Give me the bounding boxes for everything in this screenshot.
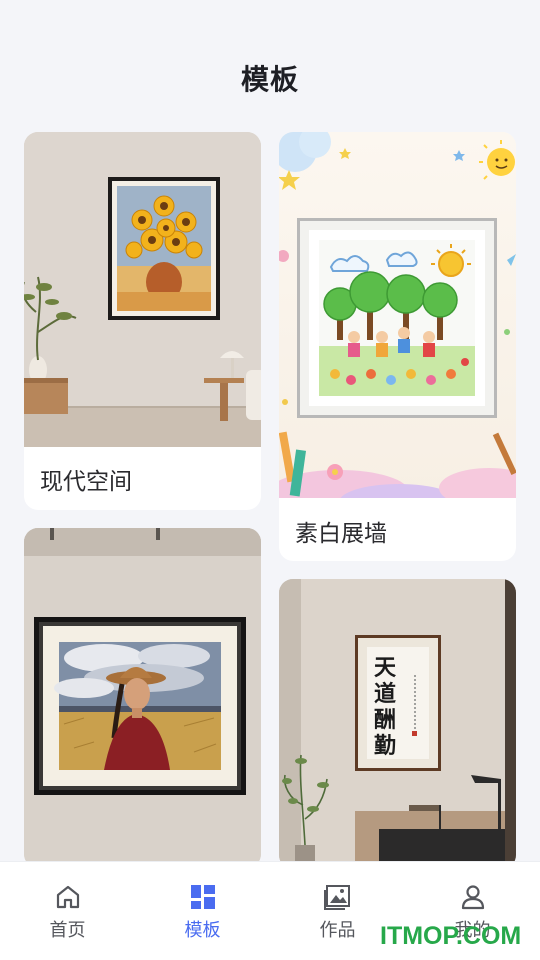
template-label: 现代空间 xyxy=(40,469,132,495)
template-card-modern-space[interactable]: 现代空间 xyxy=(24,132,261,510)
svg-text:酬: 酬 xyxy=(374,707,396,733)
tab-label: 首页 xyxy=(49,920,86,941)
template-preview-image: 天 道 酬 勤 xyxy=(279,579,516,869)
svg-text:勤: 勤 xyxy=(374,733,396,759)
template-preview-image xyxy=(279,132,516,498)
gallery-icon xyxy=(323,882,353,912)
tab-templates[interactable]: 模板 xyxy=(135,862,270,960)
template-card-plain-wall[interactable]: 素白展墙 xyxy=(279,132,516,561)
template-preview-image xyxy=(24,132,261,447)
template-label: 素白展墙 xyxy=(295,521,387,547)
tab-label: 模板 xyxy=(184,920,221,941)
home-icon xyxy=(53,882,83,912)
svg-text:道: 道 xyxy=(374,681,396,707)
template-card-study[interactable]: 天 道 酬 勤 xyxy=(279,579,516,869)
page-title: 模板 xyxy=(240,63,299,96)
template-card-gallery[interactable] xyxy=(24,528,261,868)
calligraphy-text: 天 xyxy=(374,655,397,681)
tab-home[interactable]: 首页 xyxy=(0,862,135,960)
watermark: ITMOP.COM xyxy=(380,922,522,950)
page-header: 模板 xyxy=(0,0,540,130)
template-preview-image xyxy=(24,528,261,868)
grid-icon xyxy=(188,882,218,912)
user-icon xyxy=(458,882,488,912)
